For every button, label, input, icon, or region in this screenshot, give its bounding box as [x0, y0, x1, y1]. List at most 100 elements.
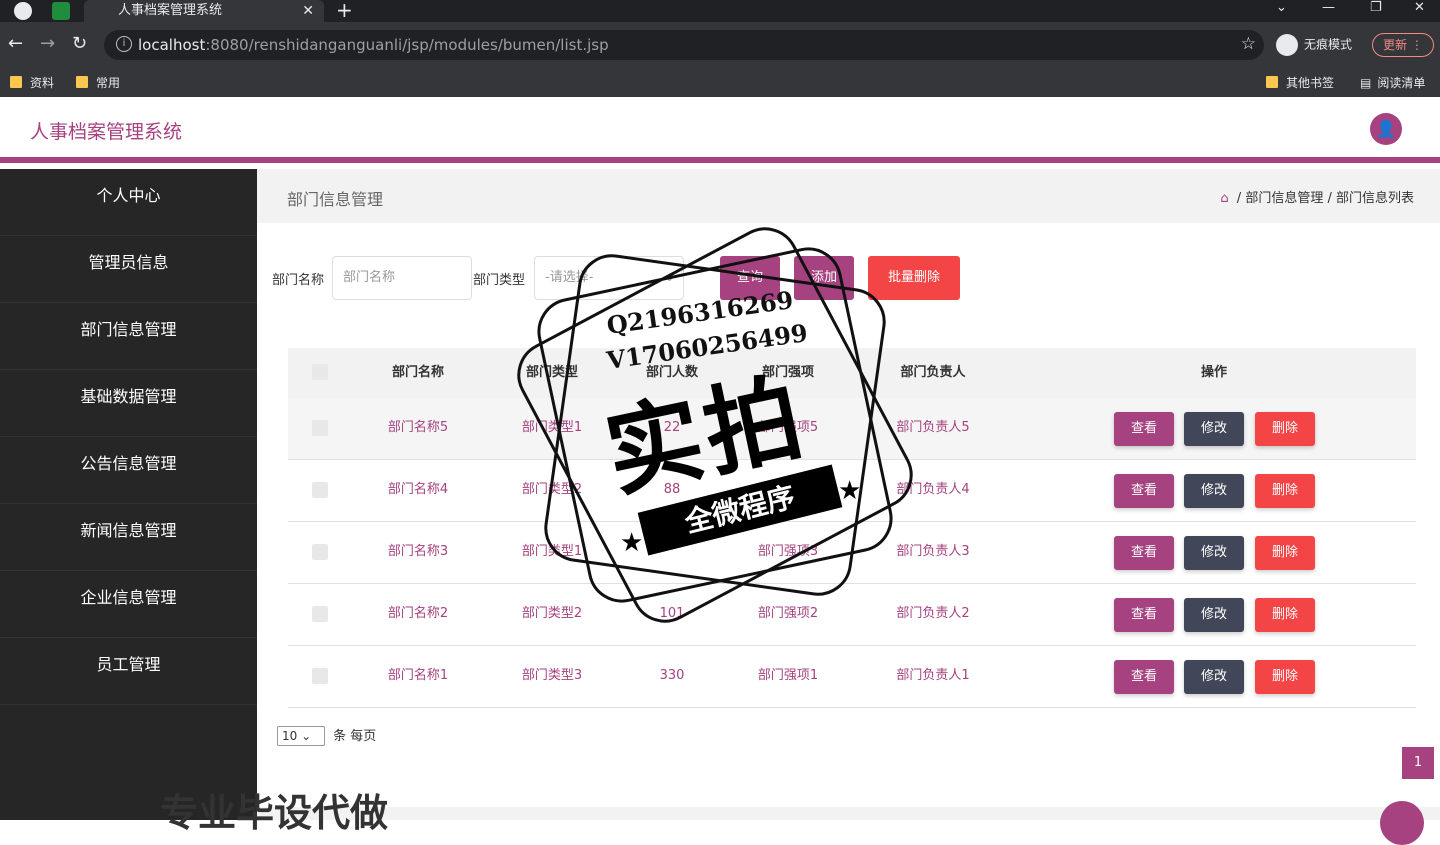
edit-button[interactable]: 修改: [1184, 660, 1244, 694]
edit-button[interactable]: 修改: [1184, 474, 1244, 508]
bookmark-folder[interactable]: 资料: [10, 74, 54, 91]
row-checkbox[interactable]: [312, 668, 328, 684]
batch-delete-button[interactable]: 批量删除: [868, 256, 960, 300]
edit-button[interactable]: 修改: [1184, 412, 1244, 446]
table-row[interactable]: 部门名称2 部门类型2 101 部门强项2 部门负责人2 查看 修改 删除: [288, 584, 1416, 646]
header-strength: 部门强项: [761, 365, 814, 380]
header-name: 部门名称: [391, 365, 444, 380]
address-bar-row: ← → ↻ i localhost:8080/renshidanganguanl…: [0, 22, 1440, 68]
tab-active[interactable]: 人事档案管理系统 ✕: [84, 0, 324, 22]
sidebar: 个人中心 管理员信息 部门信息管理 基础数据管理 公告信息管理 新闻信息管理 企…: [0, 169, 257, 820]
delete-button[interactable]: 删除: [1255, 536, 1315, 570]
sidebar-item-basic-data[interactable]: 基础数据管理: [0, 370, 257, 437]
row-checkbox[interactable]: [312, 482, 328, 498]
avatar[interactable]: 👤: [1370, 113, 1402, 145]
close-window-icon[interactable]: ✕: [1414, 0, 1425, 15]
sheet-icon[interactable]: [52, 2, 70, 20]
add-button[interactable]: 添加: [794, 256, 854, 300]
delete-button[interactable]: 删除: [1255, 660, 1315, 694]
page-size-select[interactable]: 10 ⌄: [277, 726, 325, 746]
home-icon[interactable]: ⌂: [1220, 191, 1228, 206]
view-button[interactable]: 查看: [1114, 660, 1174, 694]
delete-button[interactable]: 删除: [1255, 598, 1315, 632]
view-button[interactable]: 查看: [1114, 474, 1174, 508]
folder-icon: [10, 76, 22, 88]
table-row[interactable]: 部门名称3 部门类型1 部门强项3 部门负责人3 查看 修改 删除: [288, 522, 1416, 584]
header-actions: 操作: [1200, 365, 1227, 380]
header-head: 部门负责人: [900, 365, 966, 380]
select-all-checkbox[interactable]: [312, 364, 328, 380]
new-tab-icon[interactable]: +: [336, 0, 353, 22]
page-header: 部门信息管理 ⌂ / 部门信息管理 / 部门信息列表: [257, 169, 1440, 223]
cell-count: 88: [663, 482, 681, 497]
back-icon[interactable]: ←: [8, 34, 23, 54]
table-header: 部门名称 部门类型 部门人数 部门强项 部门负责人 操作: [288, 348, 1416, 398]
data-table: 部门名称 部门类型 部门人数 部门强项 部门负责人 操作 部门名称5 部门类型1…: [288, 348, 1416, 708]
view-button[interactable]: 查看: [1114, 598, 1174, 632]
cell-head: 部门负责人3: [896, 544, 970, 559]
folder-icon: [76, 76, 88, 88]
chevron-down-icon[interactable]: ⌄: [1276, 0, 1287, 15]
tab-title: 人事档案管理系统: [118, 3, 223, 18]
view-button[interactable]: 查看: [1114, 536, 1174, 570]
table-row[interactable]: 部门名称1 部门类型3 330 部门强项1 部门负责人1 查看 修改 删除: [288, 646, 1416, 708]
reload-icon[interactable]: ↻: [72, 34, 87, 54]
type-filter-select[interactable]: -请选择- ⌄: [534, 256, 684, 300]
per-page-label: 条 每页: [333, 729, 377, 744]
cell-head: 部门负责人1: [896, 668, 970, 683]
minimize-icon[interactable]: —: [1322, 0, 1335, 15]
edit-button[interactable]: 修改: [1184, 598, 1244, 632]
floating-action-button[interactable]: [1380, 801, 1424, 845]
sidebar-item-notice[interactable]: 公告信息管理: [0, 437, 257, 504]
browser-chrome: 人事档案管理系统 ✕ + ⌄ — ❐ ✕ ← → ↻ i localhost:8…: [0, 0, 1440, 97]
incognito-indicator[interactable]: 无痕模式: [1276, 34, 1352, 56]
close-icon[interactable]: ✕: [302, 0, 314, 22]
page-number-button[interactable]: 1: [1402, 747, 1434, 779]
breadcrumb: ⌂ / 部门信息管理 / 部门信息列表: [1220, 191, 1414, 206]
globe-icon[interactable]: [14, 2, 32, 20]
cell-type: 部门类型2: [521, 606, 583, 621]
reading-list[interactable]: ▤ 阅读清单: [1360, 74, 1425, 91]
cell-name: 部门名称5: [387, 420, 449, 435]
cell-strength: 部门强项1: [757, 668, 819, 683]
table-row[interactable]: 部门名称4 部门类型2 88 部门强项4 部门负责人4 查看 修改 删除: [288, 460, 1416, 522]
header-count: 部门人数: [645, 365, 698, 380]
update-button[interactable]: 更新 ⋮: [1372, 33, 1434, 57]
bottom-watermark: 专业毕设代做: [160, 791, 389, 835]
sidebar-item-department[interactable]: 部门信息管理: [0, 303, 257, 370]
sidebar-item-admin-info[interactable]: 管理员信息: [0, 236, 257, 303]
table-row[interactable]: 部门名称5 部门类型1 22 部门强项5 部门负责人5 查看 修改 删除: [288, 398, 1416, 460]
url-text: localhost:8080/renshidanganguanli/jsp/mo…: [138, 36, 609, 54]
restore-icon[interactable]: ❐: [1370, 0, 1382, 15]
cell-name: 部门名称4: [387, 482, 449, 497]
reading-list-icon: ▤: [1360, 76, 1372, 90]
sidebar-item-news[interactable]: 新闻信息管理: [0, 504, 257, 571]
search-button[interactable]: 查询: [720, 256, 780, 300]
sidebar-item-personal-center[interactable]: 个人中心: [0, 169, 257, 236]
filter-bar: 部门名称 部门名称 部门类型 -请选择- ⌄ 查询 添加 批量删除: [272, 256, 1072, 300]
name-filter-label: 部门名称: [272, 273, 325, 288]
bookmark-folder[interactable]: 常用: [76, 74, 120, 91]
star-icon[interactable]: ☆: [1241, 34, 1256, 54]
cell-head: 部门负责人5: [896, 420, 970, 435]
forward-icon[interactable]: →: [40, 34, 55, 54]
type-filter-label: 部门类型: [473, 273, 526, 288]
breadcrumb-item[interactable]: 部门信息管理: [1245, 191, 1323, 206]
view-button[interactable]: 查看: [1114, 412, 1174, 446]
other-bookmarks[interactable]: 其他书签: [1266, 74, 1334, 91]
row-checkbox[interactable]: [312, 544, 328, 560]
row-checkbox[interactable]: [312, 606, 328, 622]
cell-name: 部门名称2: [387, 606, 449, 621]
edit-button[interactable]: 修改: [1184, 536, 1244, 570]
row-checkbox[interactable]: [312, 420, 328, 436]
info-icon[interactable]: i: [116, 36, 132, 52]
sidebar-item-employee[interactable]: 员工管理: [0, 638, 257, 705]
cell-head: 部门负责人2: [896, 606, 970, 621]
name-filter-input[interactable]: 部门名称: [332, 256, 472, 300]
sidebar-item-company[interactable]: 企业信息管理: [0, 571, 257, 638]
page-title: 部门信息管理: [287, 190, 384, 209]
delete-button[interactable]: 删除: [1255, 412, 1315, 446]
url-field[interactable]: i localhost:8080/renshidanganguanli/jsp/…: [104, 30, 1264, 60]
pager: 10 ⌄ 条 每页: [277, 725, 376, 746]
delete-button[interactable]: 删除: [1255, 474, 1315, 508]
